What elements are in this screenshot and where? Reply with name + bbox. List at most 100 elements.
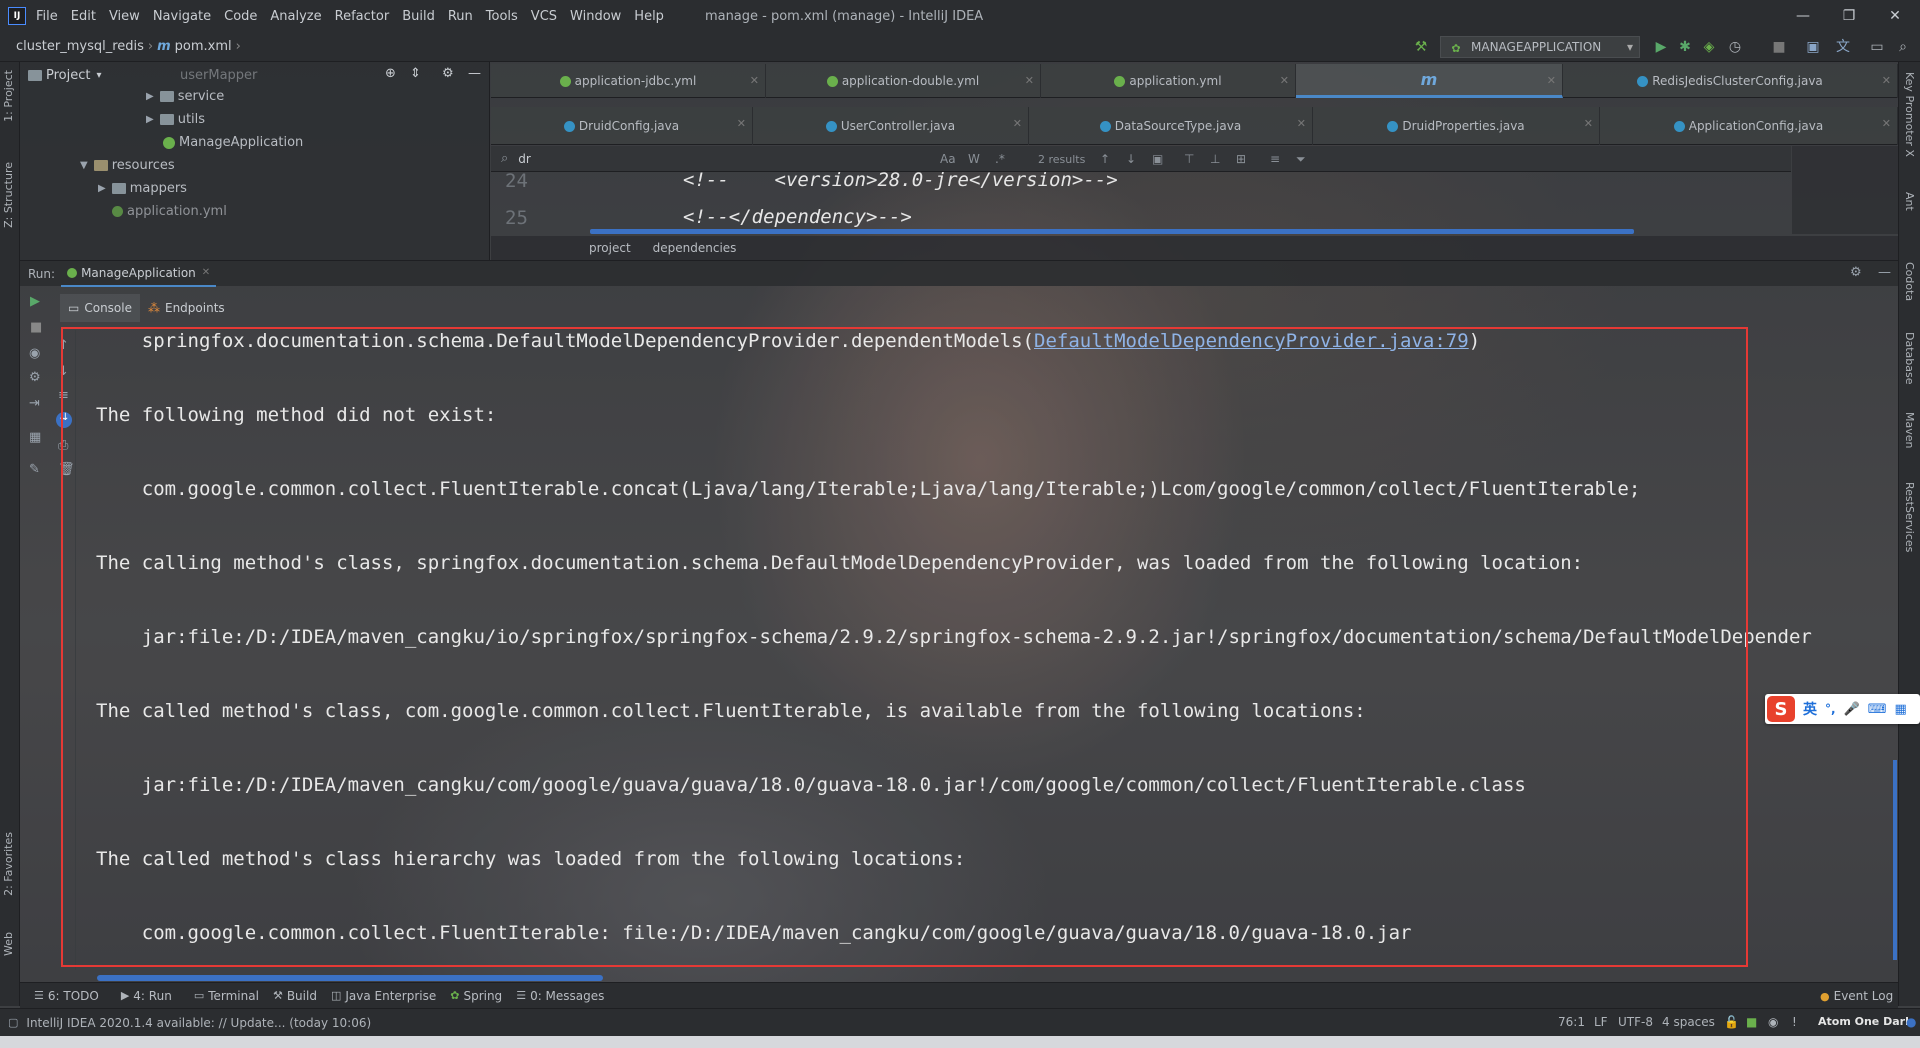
- expand-triangle-icon[interactable]: ▶: [98, 183, 106, 194]
- layout-icon[interactable]: ▭: [1868, 38, 1886, 56]
- tool-maven[interactable]: Maven: [1903, 412, 1916, 448]
- close-button[interactable]: ✕: [1872, 0, 1918, 32]
- find-input[interactable]: dr: [518, 152, 531, 166]
- editor-horizontal-scrollbar[interactable]: [590, 229, 1634, 234]
- tab-application-double-yml[interactable]: application-double.yml ✕: [766, 64, 1041, 98]
- tree-item-resources[interactable]: ▼ resources: [80, 158, 175, 173]
- hide-icon[interactable]: —: [468, 66, 481, 81]
- close-icon[interactable]: ✕: [1547, 74, 1556, 87]
- punctuation-icon[interactable]: °,: [1825, 702, 1836, 716]
- filter-icon[interactable]: ⏷: [1296, 152, 1306, 167]
- menu-run[interactable]: Run: [448, 9, 473, 24]
- theme-name[interactable]: Atom One Dark: [1818, 1015, 1912, 1028]
- translate-icon[interactable]: 文: [1834, 38, 1852, 56]
- gear-icon[interactable]: ⚙: [1850, 265, 1862, 280]
- close-icon[interactable]: ✕: [737, 117, 746, 130]
- locate-icon[interactable]: ⊕: [385, 66, 396, 81]
- console-vertical-scrollbar[interactable]: [1893, 760, 1897, 960]
- run-tab-manageapplication[interactable]: ManageApplication ✕: [61, 261, 217, 287]
- tab-applicationconfig[interactable]: ApplicationConfig.java ✕: [1600, 107, 1898, 145]
- tool-event-log[interactable]: ● Event Log: [1820, 989, 1893, 1003]
- remove-occurrence-icon[interactable]: ⊥: [1210, 152, 1220, 166]
- tab-console[interactable]: ▭ Console: [60, 294, 140, 322]
- pin-icon[interactable]: ✎: [29, 462, 40, 477]
- whole-words-toggle[interactable]: W: [968, 152, 980, 166]
- menu-edit[interactable]: Edit: [71, 9, 96, 24]
- ime-language[interactable]: 英: [1803, 699, 1817, 719]
- profile-icon[interactable]: ◷: [1726, 38, 1744, 56]
- sort-icon[interactable]: ≡: [1270, 152, 1280, 166]
- tool-todo[interactable]: ☰ 6: TODO: [34, 989, 99, 1003]
- tool-terminal[interactable]: ▭ Terminal: [194, 989, 259, 1003]
- tab-druidproperties[interactable]: DruidProperties.java ✕: [1313, 107, 1600, 145]
- search-icon[interactable]: ⌕: [1894, 38, 1912, 56]
- tab-application-jdbc-yml[interactable]: application-jdbc.yml ✕: [491, 64, 766, 98]
- project-structure-icon[interactable]: ▣: [1804, 38, 1822, 56]
- collapse-icon[interactable]: ⇕: [410, 66, 421, 81]
- menu-tools[interactable]: Tools: [486, 9, 518, 24]
- menu-help[interactable]: Help: [634, 9, 664, 24]
- add-occurrence-icon[interactable]: ⊤: [1184, 152, 1194, 166]
- grid-menu-icon[interactable]: ▦: [1895, 702, 1907, 717]
- project-view-selector[interactable]: Project: [46, 68, 90, 83]
- menu-refactor[interactable]: Refactor: [335, 9, 390, 24]
- xml-crumb-project[interactable]: project: [589, 241, 631, 255]
- restore-layout-icon[interactable]: ⇥: [29, 396, 40, 411]
- match-case-toggle[interactable]: Aa: [940, 152, 956, 166]
- line-separator[interactable]: LF: [1594, 1015, 1608, 1029]
- tool-codota[interactable]: Codota: [1903, 262, 1916, 301]
- tab-application-yml[interactable]: application.yml ✕: [1041, 64, 1296, 98]
- menu-file[interactable]: File: [36, 9, 58, 24]
- tool-key-promoter[interactable]: Key Promoter X: [1903, 72, 1916, 157]
- expand-triangle-icon[interactable]: ▶: [146, 91, 154, 102]
- restore-button[interactable]: ❐: [1826, 0, 1872, 32]
- layout-grid-icon[interactable]: ▦: [29, 430, 41, 445]
- tool-web[interactable]: Web: [2, 932, 15, 956]
- menu-view[interactable]: View: [109, 9, 140, 24]
- tool-run[interactable]: ▶ 4: Run: [121, 989, 172, 1003]
- tree-item-manageapplication[interactable]: ManageApplication: [163, 135, 303, 150]
- inspection-icon[interactable]: ◉: [1768, 1015, 1778, 1029]
- keyboard-icon[interactable]: ⌨: [1868, 702, 1887, 717]
- tab-endpoints[interactable]: ⁂ Endpoints: [140, 294, 233, 322]
- breadcrumb-file[interactable]: pom.xml: [175, 39, 232, 54]
- xml-crumb-dependencies[interactable]: dependencies: [653, 241, 737, 255]
- tab-datasourcetype[interactable]: DataSourceType.java ✕: [1029, 107, 1313, 145]
- build-hammer-icon[interactable]: ⚒: [1412, 38, 1430, 56]
- file-encoding[interactable]: UTF-8: [1618, 1015, 1653, 1029]
- tool-spring[interactable]: ✿ Spring: [450, 989, 502, 1003]
- warning-icon[interactable]: !: [1792, 1015, 1797, 1029]
- menu-code[interactable]: Code: [224, 9, 257, 24]
- close-icon[interactable]: ✕: [1882, 74, 1891, 87]
- expand-triangle-icon[interactable]: ▶: [146, 114, 154, 125]
- arrow-up-icon[interactable]: ↑: [1100, 152, 1110, 166]
- console-horizontal-scrollbar[interactable]: [97, 975, 603, 981]
- tool-build[interactable]: ⚒ Build: [273, 989, 317, 1003]
- code-line[interactable]: <!--</dependency>-->: [683, 206, 912, 228]
- update-notification[interactable]: IntelliJ IDEA 2020.1.4 available: // Upd…: [26, 1016, 371, 1030]
- stop-icon[interactable]: ■: [1770, 38, 1788, 56]
- menu-window[interactable]: Window: [570, 9, 621, 24]
- tree-item-mappers[interactable]: ▶ mappers: [98, 181, 187, 196]
- select-all-icon[interactable]: ▣: [1152, 152, 1163, 166]
- coverage-icon[interactable]: ◈: [1700, 38, 1718, 56]
- close-icon[interactable]: ✕: [1882, 117, 1891, 130]
- tool-java-enterprise[interactable]: ◫ Java Enterprise: [331, 989, 436, 1003]
- tool-messages[interactable]: ☰ 0: Messages: [516, 989, 604, 1003]
- tool-ant[interactable]: Ant: [1903, 192, 1916, 211]
- tab-usercontroller[interactable]: UserController.java ✕: [753, 107, 1029, 145]
- stop-icon[interactable]: ■: [30, 320, 42, 335]
- code-minimap[interactable]: [1792, 146, 1898, 234]
- close-icon[interactable]: ✕: [202, 267, 210, 278]
- tool-structure[interactable]: Z: Structure: [2, 162, 15, 228]
- select-occurrences-icon[interactable]: ⊞: [1236, 152, 1246, 166]
- tab-druidconfig[interactable]: DruidConfig.java ✕: [491, 107, 753, 145]
- minimize-button[interactable]: —: [1780, 0, 1826, 32]
- collapse-triangle-icon[interactable]: ▼: [80, 160, 88, 171]
- close-icon[interactable]: ✕: [1297, 117, 1306, 130]
- camera-icon[interactable]: ◉: [29, 346, 40, 361]
- plugin-icon[interactable]: ■: [1746, 1015, 1757, 1029]
- indent-setting[interactable]: 4 spaces: [1662, 1015, 1715, 1029]
- code-line[interactable]: <!-- <version>28.0-jre</version>-->: [683, 169, 1118, 191]
- tool-restservices[interactable]: RestServices: [1903, 482, 1916, 552]
